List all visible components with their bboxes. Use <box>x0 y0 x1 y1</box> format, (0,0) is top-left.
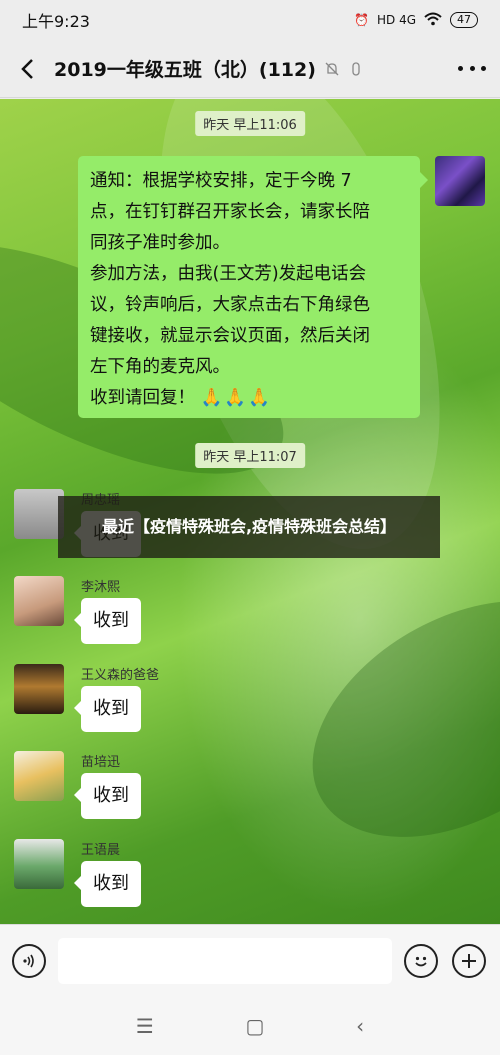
battery-level: 47 <box>450 12 478 28</box>
sender-name: 李沐熙 <box>81 580 121 595</box>
timestamp: 昨天 早上11:07 <box>195 443 305 468</box>
chat-title: 2019一年级五班（北）(112) <box>54 59 316 81</box>
list-item: 李沐熙 收到 <box>14 576 314 656</box>
emoji-icon[interactable] <box>404 943 438 978</box>
timestamp: 昨天 早上11:06 <box>195 111 305 136</box>
list-item: 王义森的爸爸 收到 <box>14 664 314 744</box>
pray-emoji: 🙏🙏🙏 <box>200 388 272 408</box>
notice-line: 参加方法，由我(王文芳)发起电话会 <box>90 264 367 284</box>
notice-reply-request: 收到请回复！ <box>90 388 195 408</box>
message-input[interactable] <box>58 937 392 984</box>
notice-line: 收到请回复！ 🙏🙏🙏 <box>90 383 408 414</box>
sender-name: 王义森的爸爸 <box>81 668 160 683</box>
avatar[interactable] <box>14 751 64 801</box>
notice-line: 同孩子准时参加。 <box>90 233 230 253</box>
notice-line: 键接收，就显示会议页面，然后关闭 <box>90 326 370 346</box>
link-icon <box>348 61 364 77</box>
home-icon[interactable]: ▢ <box>246 1014 265 1038</box>
status-time: 上午9:23 <box>22 12 90 31</box>
bell-off-icon <box>324 61 340 77</box>
avatar[interactable] <box>14 489 64 539</box>
sender-name: 苗培迅 <box>81 755 121 770</box>
notice-line: 通知：根据学校安排，定于今晚 7 <box>90 171 352 191</box>
chat-area[interactable]: 昨天 早上11:06 通知：根据学校安排，定于今晚 7 点，在钉钉群召开家长会，… <box>0 99 500 924</box>
notice-line: 左下角的麦克风。 <box>90 357 230 377</box>
voice-icon[interactable] <box>12 943 46 978</box>
avatar[interactable] <box>14 839 64 889</box>
reply-bubble[interactable]: 收到 <box>74 773 141 819</box>
plus-icon[interactable] <box>452 943 486 978</box>
notice-line: 点，在钉钉群召开家长会，请家长陪 <box>90 202 370 222</box>
notice-line: 议，铃声响后，大家点击右下角绿色 <box>90 295 370 315</box>
reply-bubble[interactable]: 收到 <box>74 861 141 907</box>
overlay-banner: 最近【疫情特殊班会,疫情特殊班会总结】 <box>58 496 440 558</box>
network-label: HD 4G <box>376 13 416 27</box>
input-bar <box>0 924 500 996</box>
notice-message-bubble[interactable]: 通知：根据学校安排，定于今晚 7 点，在钉钉群召开家长会，请家长陪 同孩子准时参… <box>78 156 428 418</box>
back-icon[interactable]: ‹ <box>356 1014 364 1038</box>
status-bar: 上午9:23 ⏰ HD 4G 47 <box>0 0 500 40</box>
reply-bubble[interactable]: 收到 <box>74 598 141 644</box>
avatar[interactable] <box>14 576 64 626</box>
chevron-left-icon[interactable] <box>14 56 40 82</box>
self-avatar[interactable] <box>435 156 485 206</box>
list-item: 王语晨 收到 <box>14 839 314 919</box>
sender-name: 王语晨 <box>81 843 121 858</box>
avatar[interactable] <box>14 664 64 714</box>
status-icons: ⏰ HD 4G 47 <box>354 12 478 29</box>
chat-header: 2019一年级五班（北）(112) <box>0 40 500 98</box>
alarm-icon: ⏰ <box>354 13 369 27</box>
wifi-icon <box>424 12 442 29</box>
menu-icon[interactable]: ☰ <box>136 1014 154 1038</box>
list-item: 苗培迅 收到 <box>14 751 314 831</box>
more-dots-icon[interactable] <box>458 59 486 79</box>
reply-bubble[interactable]: 收到 <box>74 686 141 732</box>
system-navigation-bar: ☰ ▢ ‹ <box>0 996 500 1055</box>
